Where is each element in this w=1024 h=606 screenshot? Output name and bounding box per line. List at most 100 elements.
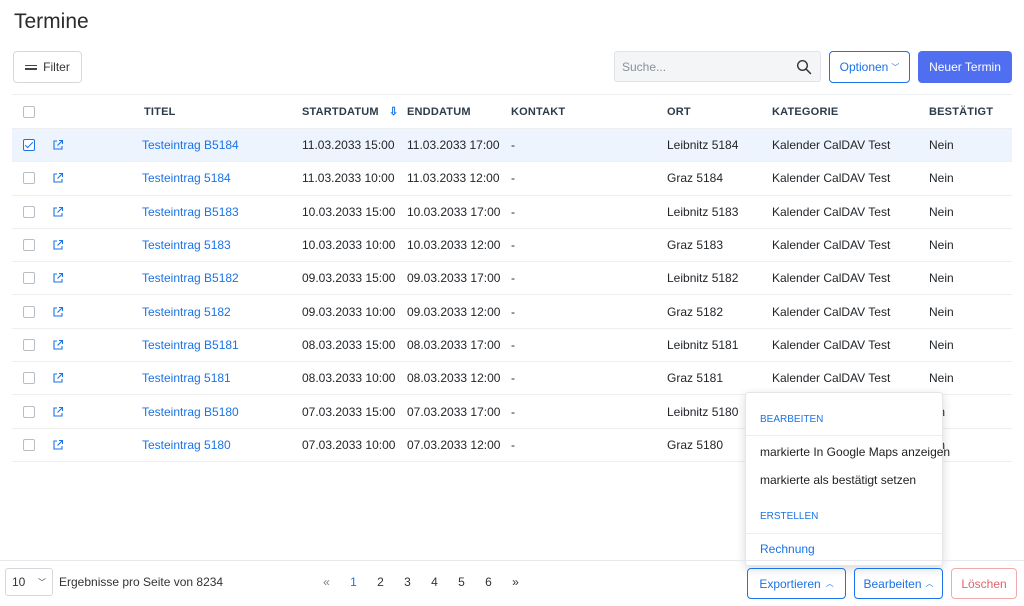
chevron-up-icon: ︿ [925, 579, 934, 588]
pagination-page[interactable]: 6 [475, 575, 502, 589]
menu-item-mark-confirmed[interactable]: markierte als bestätigt setzen [760, 473, 916, 487]
row-checkbox[interactable] [22, 262, 36, 294]
dropdown-section-bearbeiten: BEARBEITEN [760, 414, 824, 425]
row-bestaetigt: Nein [929, 271, 954, 286]
table-row[interactable]: Testeintrag 5181 08.03.2033 10:00 08.03.20… [12, 362, 1012, 396]
header-kontakt[interactable]: KONTAKT [511, 95, 565, 128]
row-startdatum: 08.03.2033 10:00 [302, 371, 396, 386]
external-link-icon[interactable] [52, 395, 66, 427]
row-checkbox[interactable] [22, 162, 36, 194]
row-titel[interactable]: Testeintrag 5183 [142, 229, 231, 261]
titel-link[interactable]: Testeintrag 5184 [142, 171, 231, 185]
row-checkbox[interactable] [22, 329, 36, 361]
external-link-icon[interactable] [52, 329, 66, 361]
search-input[interactable] [615, 52, 790, 81]
external-link-icon[interactable] [52, 362, 66, 394]
export-button[interactable]: Exportieren ︿ [747, 568, 846, 599]
per-page-select[interactable]: 10 ﹀ [5, 568, 53, 596]
row-bestaetigt: Nein [929, 138, 954, 153]
external-link-icon[interactable] [52, 229, 66, 261]
row-checkbox[interactable] [22, 295, 36, 327]
row-kontakt: - [511, 304, 515, 319]
row-titel[interactable]: Testeintrag 5182 [142, 295, 231, 327]
titel-link[interactable]: Testeintrag B5183 [142, 205, 239, 219]
external-link-icon[interactable] [52, 429, 66, 461]
table-row[interactable]: Testeintrag B5184 11.03.2033 15:00 11.03.2… [12, 129, 1012, 163]
edit-dropdown-menu: BEARBEITEN markierte In Google Maps anze… [745, 392, 950, 566]
header-enddatum[interactable]: ENDDATUM [407, 95, 471, 128]
sort-desc-icon[interactable]: ⇩ [389, 95, 398, 128]
row-titel[interactable]: Testeintrag B5184 [142, 129, 239, 161]
row-titel[interactable]: Testeintrag 5184 [142, 162, 231, 194]
pagination-page[interactable]: 5 [448, 575, 475, 589]
search-icon[interactable] [796, 59, 812, 75]
delete-button[interactable]: Löschen [951, 568, 1017, 599]
filter-button[interactable]: Filter [13, 51, 82, 83]
pagination-prev[interactable]: « [313, 575, 340, 589]
row-kontakt: - [511, 271, 515, 286]
row-titel[interactable]: Testeintrag B5180 [142, 395, 239, 427]
pagination: « 1 2 3 4 5 6 » [313, 575, 529, 589]
header-kategorie[interactable]: KATEGORIE [772, 95, 838, 128]
new-appointment-button[interactable]: Neuer Termin [918, 51, 1012, 83]
row-titel[interactable]: Testeintrag 5181 [142, 362, 231, 394]
row-titel[interactable]: Testeintrag 5180 [142, 429, 231, 461]
row-checkbox[interactable] [22, 229, 36, 261]
header-ort[interactable]: ORT [667, 95, 691, 128]
header-startdatum[interactable]: STARTDATUM [302, 95, 379, 128]
external-link-icon[interactable] [52, 262, 66, 294]
row-bestaetigt: Nein [929, 238, 954, 253]
table-header-row: TITEL STARTDATUM ⇩ ENDDATUM KONTAKT ORT … [12, 94, 1012, 129]
pagination-page[interactable]: 3 [394, 575, 421, 589]
pagination-page[interactable]: 4 [421, 575, 448, 589]
row-enddatum: 10.03.2033 12:00 [407, 238, 501, 253]
table-row[interactable]: Testeintrag 5182 09.03.2033 10:00 09.03.20… [12, 295, 1012, 329]
menu-item-show-in-google-maps[interactable]: markierte In Google Maps anzeigen [760, 445, 950, 459]
external-link-icon[interactable] [52, 162, 66, 194]
pagination-page[interactable]: 2 [367, 575, 394, 589]
table-row[interactable]: Testeintrag B5181 08.03.2033 15:00 08.03.2… [12, 329, 1012, 363]
pagination-page[interactable]: 1 [340, 575, 367, 589]
row-checkbox[interactable] [22, 395, 36, 427]
titel-link[interactable]: Testeintrag 5181 [142, 371, 231, 385]
row-checkbox[interactable] [22, 129, 36, 161]
row-kategorie: Kalender CalDAV Test [772, 238, 891, 253]
titel-link[interactable]: Testeintrag 5183 [142, 238, 231, 252]
table-row[interactable]: Testeintrag B5182 09.03.2033 15:00 09.03.2… [12, 262, 1012, 296]
titel-link[interactable]: Testeintrag B5181 [142, 338, 239, 352]
external-link-icon[interactable] [52, 196, 66, 228]
external-link-icon[interactable] [52, 295, 66, 327]
table-row[interactable]: Testeintrag 5184 11.03.2033 10:00 11.03.20… [12, 162, 1012, 196]
titel-link[interactable]: Testeintrag B5182 [142, 271, 239, 285]
titel-link[interactable]: Testeintrag 5180 [142, 438, 231, 452]
per-page-label: Ergebnisse pro Seite von 8234 [59, 575, 224, 589]
options-button[interactable]: Optionen ﹀ [829, 51, 910, 83]
row-checkbox[interactable] [22, 429, 36, 461]
row-checkbox[interactable] [22, 362, 36, 394]
titel-link[interactable]: Testeintrag 5182 [142, 305, 231, 319]
titel-link[interactable]: Testeintrag B5180 [142, 405, 239, 419]
row-ort: Graz 5184 [667, 171, 724, 186]
row-startdatum: 10.03.2033 10:00 [302, 238, 396, 253]
row-bestaetigt: Nein [929, 171, 954, 186]
row-titel[interactable]: Testeintrag B5183 [142, 196, 239, 228]
edit-button[interactable]: Bearbeiten ︿ [854, 568, 943, 599]
row-bestaetigt: Nein [929, 371, 954, 386]
row-titel[interactable]: Testeintrag B5182 [142, 262, 239, 294]
row-enddatum: 07.03.2033 17:00 [407, 404, 501, 419]
external-link-icon[interactable] [52, 129, 66, 161]
menu-item-rechnung[interactable]: Rechnung [760, 542, 815, 556]
row-startdatum: 08.03.2033 15:00 [302, 337, 396, 352]
row-kontakt: - [511, 371, 515, 386]
titel-link[interactable]: Testeintrag B5184 [142, 138, 239, 152]
header-bestaetigt[interactable]: BESTÄTIGT [929, 95, 993, 128]
select-all-checkbox[interactable] [22, 95, 36, 128]
pagination-next[interactable]: » [502, 575, 529, 589]
header-titel[interactable]: TITEL [144, 95, 176, 128]
row-checkbox[interactable] [22, 196, 36, 228]
table-row[interactable]: Testeintrag 5183 10.03.2033 10:00 10.03.20… [12, 229, 1012, 263]
row-titel[interactable]: Testeintrag B5181 [142, 329, 239, 361]
table-row[interactable]: Testeintrag B5183 10.03.2033 15:00 10.03.2… [12, 196, 1012, 229]
row-enddatum: 11.03.2033 17:00 [407, 138, 500, 153]
row-ort: Graz 5182 [667, 304, 724, 319]
